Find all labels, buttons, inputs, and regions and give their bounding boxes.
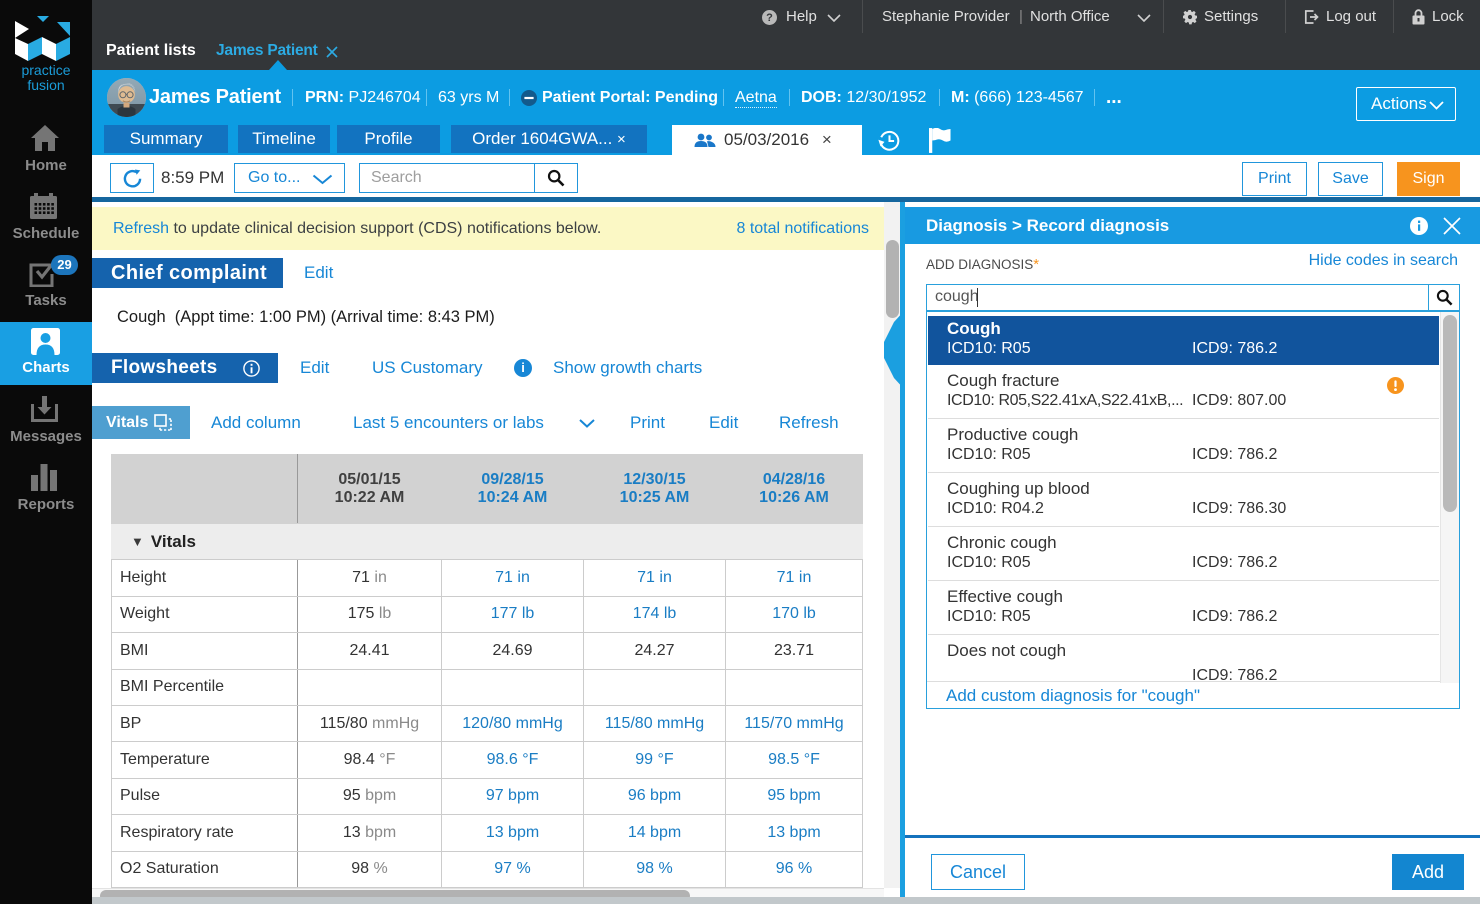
svg-text:?: ? bbox=[766, 12, 773, 24]
